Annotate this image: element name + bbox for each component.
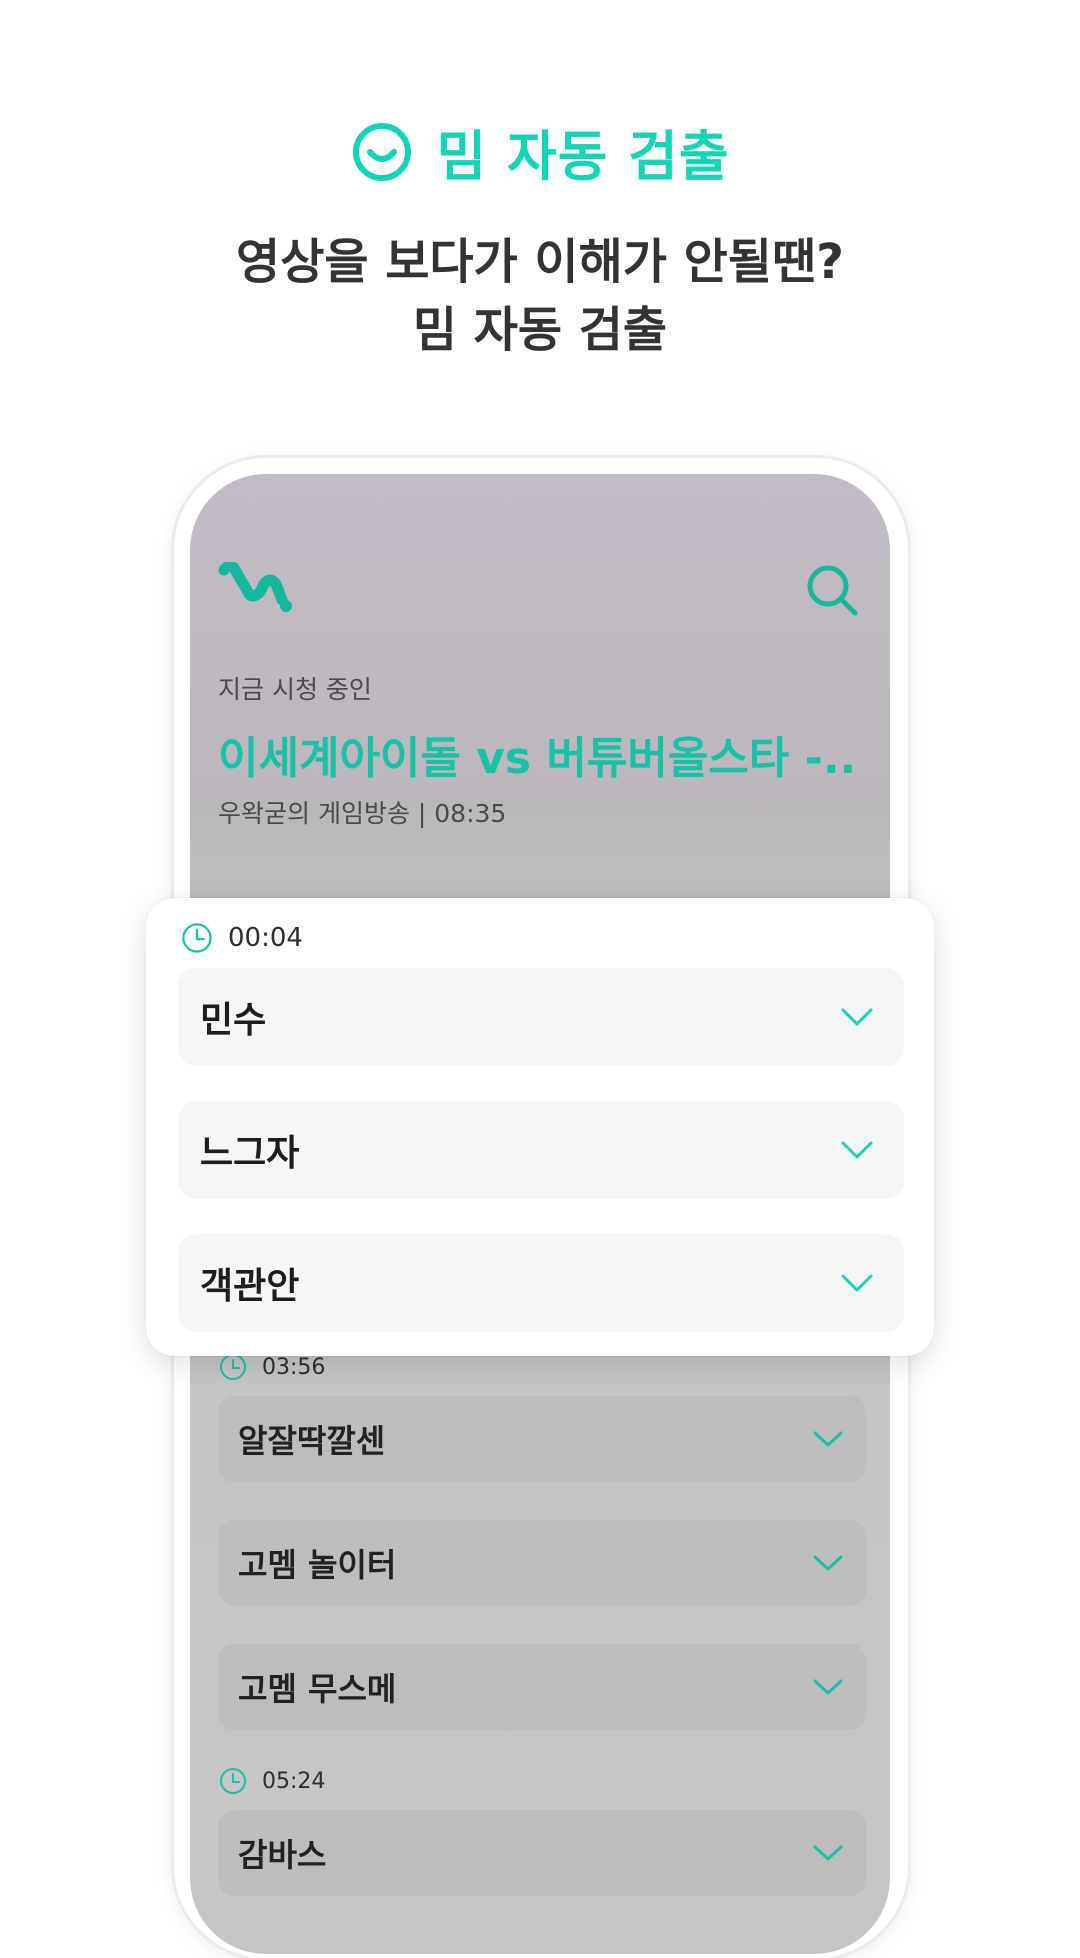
clock-icon [220,1768,246,1794]
headline: 영상을 보다가 이해가 안될땐? 밈 자동 검출 [0,228,1080,364]
feature-label: 밈 자동 검출 [436,125,730,188]
chevron-down-icon [813,1431,843,1447]
chevron-down-icon [841,1141,873,1159]
timestamp-label: 05:24 [262,1768,326,1794]
meme-item[interactable]: 민수 [178,968,904,1066]
chevron-down-icon [841,1008,873,1026]
clock-icon [182,923,212,953]
app-logo-icon [218,562,292,612]
meme-item-label: 느그자 [200,1133,300,1174]
smile-icon [352,122,411,181]
timestamp-group: 03:56 알잘딱깔센 고멤 놀이터 고멤 무스메 [218,1350,866,1730]
meme-item-label: 민수 [200,1000,267,1041]
timestamp-label: 00:04 [228,923,303,953]
meme-item[interactable]: 느그자 [178,1101,904,1199]
meme-item[interactable]: 감바스 [218,1810,866,1896]
headline-line-1: 영상을 보다가 이해가 안될땐? [236,234,844,290]
now-watching-label: 지금 시청 중인 [218,675,372,704]
meme-item-label: 알잘딱깔센 [238,1422,386,1460]
meme-item[interactable]: 알잘딱깔센 [218,1396,866,1482]
meme-item-label: 고멤 무스메 [238,1670,397,1708]
chevron-down-icon [813,1845,843,1861]
search-icon[interactable] [804,562,860,618]
clock-icon [220,1354,246,1380]
timestamp-label: 03:56 [262,1354,326,1380]
timestamp-group: 05:24 감바스 [218,1764,866,1896]
timestamp-row: 00:04 [180,918,303,958]
meme-item-label: 객관안 [200,1266,300,1307]
now-watching-meta: 우왁굳의 게임방송 | 08:35 [218,799,507,828]
now-watching-title[interactable]: 이세계아이돌 vs 버튜버올스타 -... [218,722,858,786]
timestamp-row: 05:24 [218,1764,866,1798]
feature-title: 밈 자동 검출 [0,112,1080,191]
meme-item[interactable]: 고멤 놀이터 [218,1520,866,1606]
meme-detection-card: 00:04 민수 느그자 객관안 [146,898,934,1356]
meme-item-label: 고멤 놀이터 [238,1546,397,1584]
meme-item-label: 감바스 [238,1836,327,1874]
meme-item[interactable]: 고멤 무스메 [218,1644,866,1730]
chevron-down-icon [813,1679,843,1695]
meme-item[interactable]: 객관안 [178,1234,904,1332]
chevron-down-icon [813,1555,843,1571]
headline-line-2: 밈 자동 검출 [412,302,668,358]
chevron-down-icon [841,1274,873,1292]
